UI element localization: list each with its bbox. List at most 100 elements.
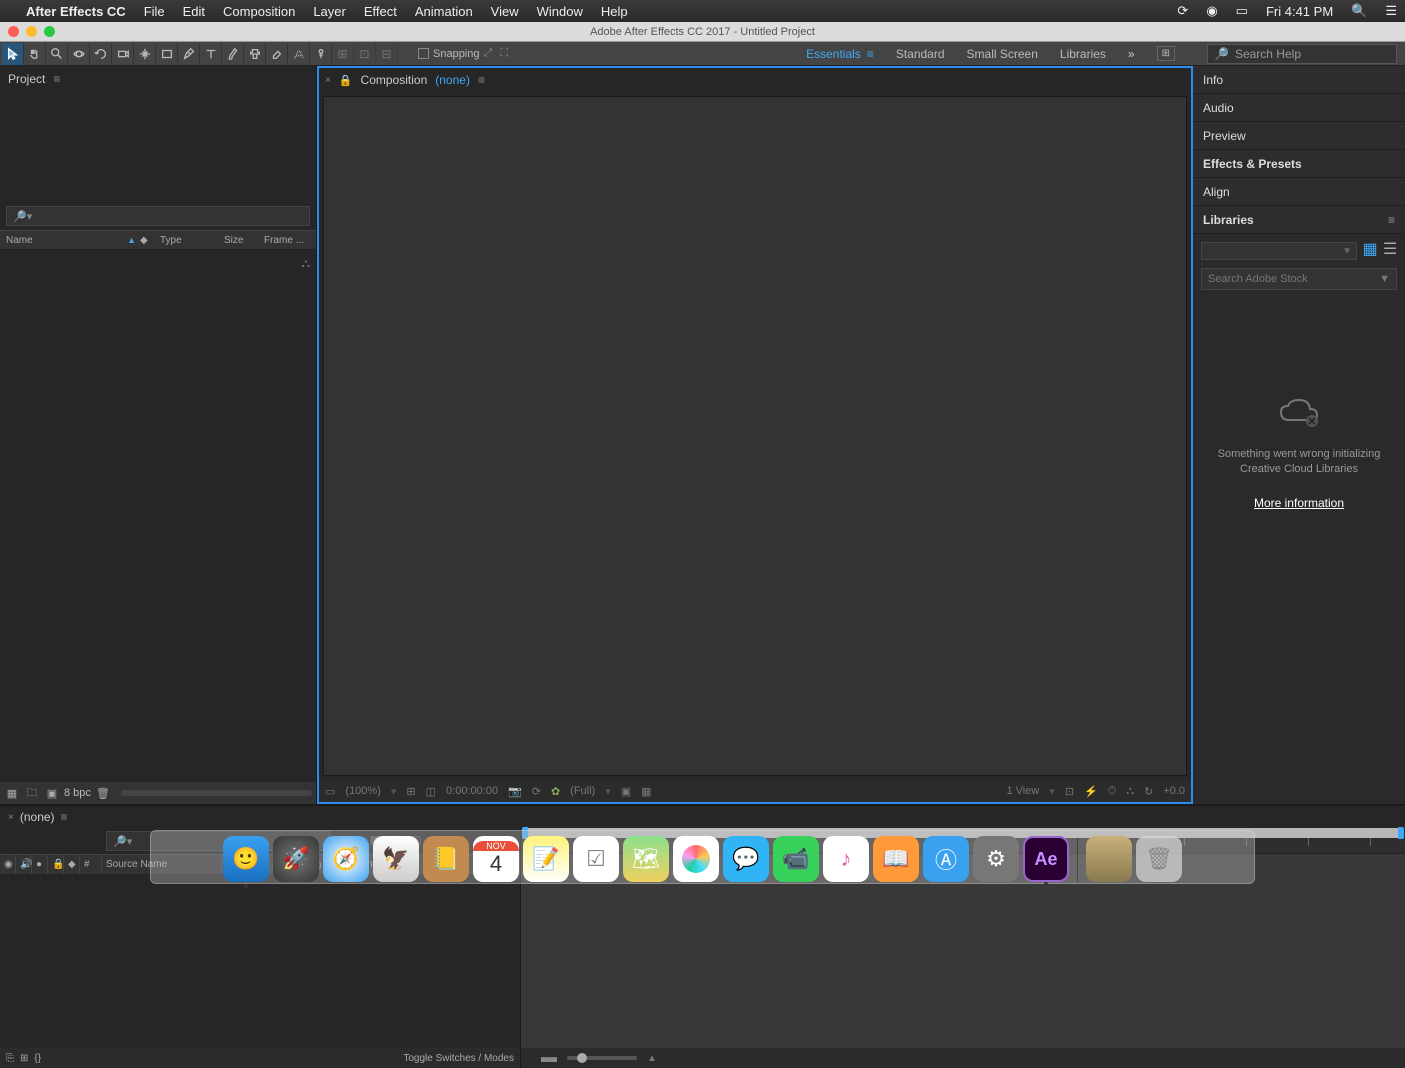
transparency-grid-icon[interactable]: ▦	[641, 785, 651, 798]
timeline-panel-menu-icon[interactable]: ≡	[61, 810, 68, 824]
rectangle-tool[interactable]	[156, 43, 178, 65]
current-time[interactable]: 0:00:00:00	[446, 785, 498, 797]
spotlight-icon[interactable]: 🔍	[1351, 3, 1367, 19]
puppet-pin-tool[interactable]	[310, 43, 332, 65]
panel-align[interactable]: Align	[1193, 178, 1405, 206]
comp-tab-label[interactable]: Composition	[361, 73, 428, 87]
menubar-clock[interactable]: Fri 4:41 PM	[1266, 4, 1333, 19]
project-panel-menu-icon[interactable]: ≡	[53, 72, 60, 86]
project-col-label-icon[interactable]: ◆	[140, 235, 156, 246]
dock-notes-icon[interactable]: 📝	[523, 836, 569, 882]
dock-mail-icon[interactable]: 🦅	[373, 836, 419, 882]
snapping-options-icon[interactable]: ⤢	[484, 47, 493, 60]
roi-icon[interactable]: ▣	[621, 785, 631, 798]
project-items-area[interactable]: ⛬	[0, 250, 316, 782]
menu-window[interactable]: Window	[537, 4, 583, 19]
menu-help[interactable]: Help	[601, 4, 628, 19]
world-axis-mode[interactable]: ⊡	[354, 43, 376, 65]
dock-facetime-icon[interactable]: 📹	[773, 836, 819, 882]
cc-cloud-icon[interactable]: ◉	[1206, 3, 1217, 19]
toggle-switches-icon-3[interactable]: {}	[34, 1053, 41, 1064]
mask-visibility-icon[interactable]: ◫	[426, 785, 436, 798]
minimize-window-button[interactable]	[26, 26, 37, 37]
dock-desktop-icon[interactable]	[1086, 836, 1132, 882]
cc-status-icon[interactable]: ⟳	[1177, 3, 1188, 19]
always-preview-icon[interactable]: ▭	[325, 785, 335, 798]
dock-appstore-icon[interactable]: Ⓐ	[923, 836, 969, 882]
pixel-aspect-icon[interactable]: ⊡	[1065, 785, 1074, 798]
timeline-zoom-slider[interactable]	[567, 1056, 637, 1060]
selection-tool[interactable]	[2, 43, 24, 65]
fast-previews-icon[interactable]: ⚡	[1084, 785, 1098, 798]
workspace-overflow-icon[interactable]: »	[1128, 47, 1135, 61]
delete-icon[interactable]: 🗑	[95, 787, 111, 800]
eraser-tool[interactable]	[266, 43, 288, 65]
dock-itunes-icon[interactable]: ♪	[823, 836, 869, 882]
project-tab-label[interactable]: Project	[8, 72, 45, 86]
interpret-footage-icon[interactable]: ▦	[4, 787, 20, 800]
dock-trash-icon[interactable]: 🗑	[1136, 836, 1182, 882]
timeline-tab-close-icon[interactable]: ×	[8, 812, 14, 823]
notification-center-icon[interactable]: ☰	[1385, 3, 1397, 19]
type-tool[interactable]	[200, 43, 222, 65]
workspace-small-screen[interactable]: Small Screen	[967, 47, 1038, 61]
hand-tool[interactable]	[24, 43, 46, 65]
timeline-layer-area[interactable]	[0, 874, 520, 1048]
exposure-value[interactable]: +0.0	[1163, 785, 1185, 797]
toggle-switches-icon-1[interactable]: ⎘	[6, 1053, 14, 1064]
project-col-name[interactable]: Name	[6, 235, 123, 246]
menu-composition[interactable]: Composition	[223, 4, 295, 19]
menu-layer[interactable]: Layer	[313, 4, 346, 19]
library-grid-view-icon[interactable]: ▦	[1363, 242, 1377, 256]
project-bpc[interactable]: 8 bpc	[64, 787, 91, 799]
displays-icon[interactable]: ▭	[1236, 3, 1248, 19]
dock-photos-icon[interactable]	[673, 836, 719, 882]
pan-behind-tool[interactable]	[134, 43, 156, 65]
dock-finder-icon[interactable]: 🙂	[223, 836, 269, 882]
comp-flowchart-icon[interactable]: ⛬	[1126, 785, 1134, 798]
dock-maps-icon[interactable]: 🗺	[623, 836, 669, 882]
snapshot-icon[interactable]: 📷	[508, 785, 522, 798]
workspace-libraries[interactable]: Libraries	[1060, 47, 1106, 61]
library-search-input[interactable]: Search Adobe Stock ▼	[1201, 268, 1397, 290]
toggle-switches-icon-2[interactable]: ⊞	[20, 1053, 28, 1064]
fullscreen-window-button[interactable]	[44, 26, 55, 37]
panel-preview[interactable]: Preview	[1193, 122, 1405, 150]
composition-viewer[interactable]	[323, 96, 1187, 776]
timeline-icon[interactable]: ⏱	[1108, 785, 1117, 798]
workspace-standard[interactable]: Standard	[896, 47, 945, 61]
color-mgmt-icon[interactable]: ✿	[551, 785, 560, 798]
dock-ibooks-icon[interactable]: 📖	[873, 836, 919, 882]
resolution-dropdown[interactable]: (Full)	[570, 785, 595, 797]
new-comp-icon[interactable]: ▣	[44, 787, 60, 800]
dock-sysprefs-icon[interactable]: ⚙	[973, 836, 1019, 882]
comp-panel-menu-icon[interactable]: ≡	[478, 73, 485, 87]
project-col-size[interactable]: Size	[224, 235, 260, 246]
library-list-view-icon[interactable]: ☰	[1383, 242, 1397, 256]
clone-stamp-tool[interactable]	[244, 43, 266, 65]
menu-animation[interactable]: Animation	[415, 4, 473, 19]
local-axis-mode[interactable]: ⊞	[332, 43, 354, 65]
dock-aftereffects-icon[interactable]: Ae	[1023, 836, 1069, 882]
panel-audio[interactable]: Audio	[1193, 94, 1405, 122]
comp-tab-close-icon[interactable]: ×	[325, 75, 331, 86]
timeline-tab-label[interactable]: (none)	[20, 810, 55, 824]
zoom-tool[interactable]	[46, 43, 68, 65]
zoom-in-icon[interactable]: ▲	[647, 1053, 657, 1064]
library-more-info-link[interactable]: More information	[1254, 496, 1344, 510]
library-dropdown[interactable]: ▼	[1201, 242, 1357, 260]
reset-exposure-icon[interactable]: ↻	[1144, 785, 1153, 798]
snapping-checkbox[interactable]	[418, 48, 429, 59]
brush-tool[interactable]	[222, 43, 244, 65]
panel-libraries[interactable]: Libraries≡	[1193, 206, 1405, 234]
menu-view[interactable]: View	[491, 4, 519, 19]
libraries-menu-icon[interactable]: ≡	[1388, 213, 1395, 227]
comp-tab-lock-icon[interactable]: 🔒	[339, 74, 353, 87]
snapping-extend-icon[interactable]: ⛶	[500, 47, 508, 60]
view-axis-mode[interactable]: ⊟	[376, 43, 398, 65]
view-layout-dropdown[interactable]: 1 View	[1006, 785, 1039, 797]
magnification-dropdown[interactable]: (100%)	[345, 785, 380, 797]
dock-reminders-icon[interactable]: ☑	[573, 836, 619, 882]
close-window-button[interactable]	[8, 26, 19, 37]
menubar-app-name[interactable]: After Effects CC	[26, 4, 126, 19]
